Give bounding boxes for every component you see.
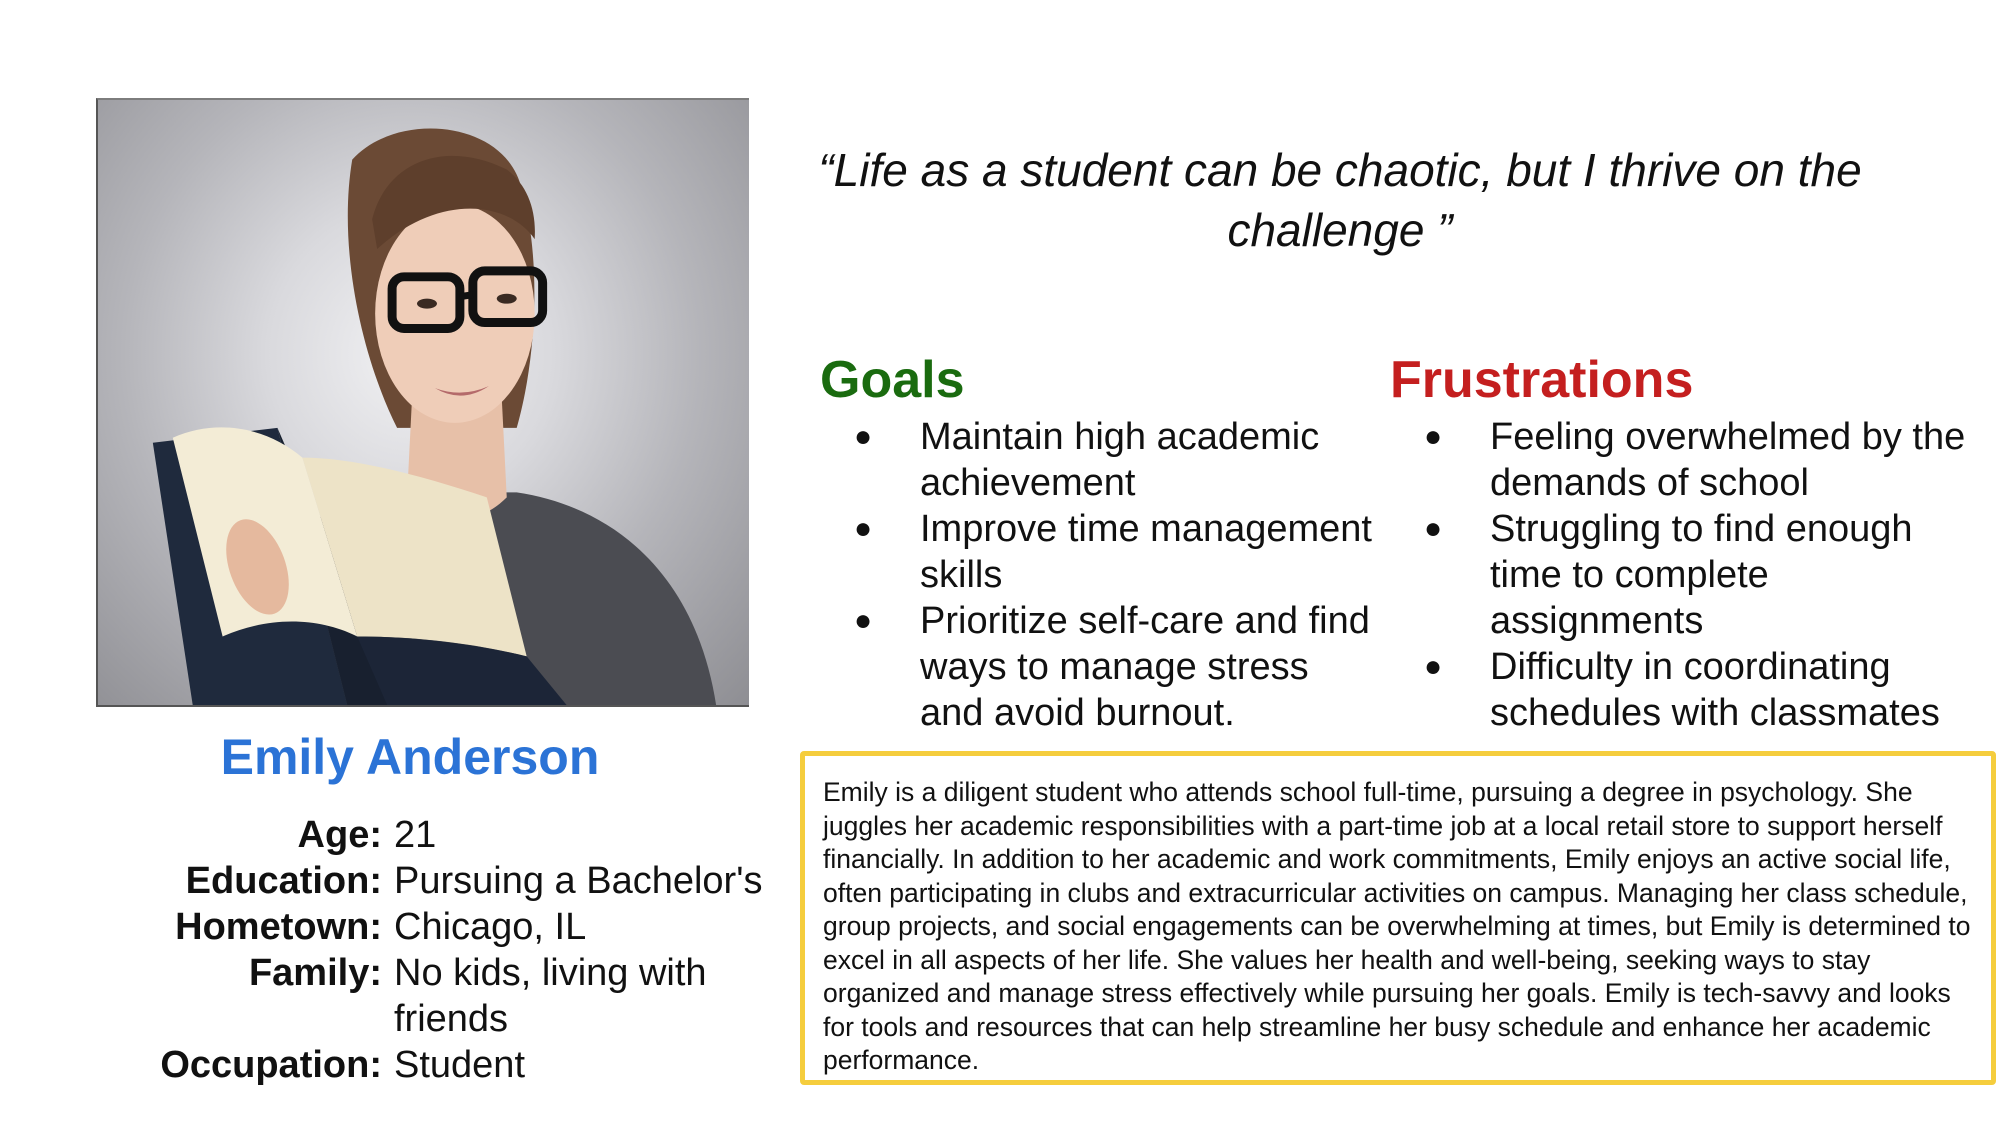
frustration-text: Feeling overwhelmed by the demands of sc… bbox=[1490, 416, 1966, 504]
list-item: ● Prioritize self-care and find ways to m… bbox=[820, 598, 1380, 736]
persona-name: Emily Anderson bbox=[220, 729, 600, 785]
bullet-icon: ● bbox=[1424, 420, 1443, 453]
list-item: ● Feeling overwhelmed by the demands of s… bbox=[1390, 414, 1980, 506]
detail-education: Education: Pursuing a Bachelor's bbox=[120, 858, 780, 904]
frustrations-list: ● Feeling overwhelmed by the demands of s… bbox=[1390, 414, 1980, 736]
goal-text: Maintain high academic achievement bbox=[920, 416, 1320, 504]
goal-text: Prioritize self-care and find ways to ma… bbox=[920, 600, 1370, 734]
frustrations-title: Frustrations bbox=[1390, 351, 1694, 409]
detail-value: 21 bbox=[394, 814, 437, 856]
persona-photo bbox=[96, 98, 749, 707]
goal-text: Improve time management skills bbox=[920, 508, 1372, 596]
woman-reading-image bbox=[152, 128, 717, 705]
goals-list: ● Maintain high academic achievement ● Imp… bbox=[820, 414, 1380, 736]
persona-quote: “Life as a student can be chaotic, but I… bbox=[818, 144, 1862, 256]
list-item: ● Improve time management skills bbox=[820, 506, 1380, 598]
bullet-icon: ● bbox=[1424, 650, 1443, 683]
detail-label: Family: bbox=[248, 952, 382, 994]
frustration-text: Struggling to find enough time to comple… bbox=[1490, 508, 1913, 642]
goals-section: Goals ● Maintain high academic achievemen… bbox=[820, 350, 1380, 736]
detail-value: No kids, living with friends bbox=[394, 952, 707, 1040]
bullet-icon: ● bbox=[1424, 512, 1443, 545]
bullet-icon: ● bbox=[854, 512, 873, 545]
bullet-icon: ● bbox=[854, 604, 873, 637]
goals-title: Goals bbox=[820, 351, 965, 409]
detail-hometown: Hometown: Chicago, IL bbox=[120, 904, 780, 950]
persona-bio: Emily is a diligent student who attends … bbox=[800, 751, 1996, 1085]
list-item: ● Difficulty in coordinating schedules wi… bbox=[1390, 644, 1980, 736]
frustrations-section: Frustrations ● Feeling overwhelmed by the… bbox=[1390, 350, 1980, 736]
bullet-icon: ● bbox=[854, 420, 873, 453]
detail-value: Chicago, IL bbox=[394, 906, 587, 948]
persona-slide: Emily Anderson Age: 21 Education: Pursui… bbox=[0, 0, 2000, 1125]
detail-value: Pursuing a Bachelor's bbox=[394, 860, 763, 902]
list-item: ● Struggling to find enough time to compl… bbox=[1390, 506, 1980, 644]
detail-label: Hometown: bbox=[175, 906, 382, 948]
detail-age: Age: 21 bbox=[120, 812, 780, 858]
detail-occupation: Occupation: Student bbox=[120, 1042, 780, 1088]
frustration-text: Difficulty in coordinating schedules wit… bbox=[1490, 646, 1940, 734]
detail-label: Age: bbox=[297, 814, 382, 856]
detail-label: Occupation: bbox=[160, 1044, 382, 1086]
detail-label: Education: bbox=[185, 860, 382, 902]
list-item: ● Maintain high academic achievement bbox=[820, 414, 1380, 506]
detail-value: Student bbox=[394, 1044, 525, 1086]
detail-family: Family: No kids, living with friends bbox=[120, 950, 780, 1042]
persona-details: Age: 21 Education: Pursuing a Bachelor's… bbox=[120, 812, 780, 1088]
